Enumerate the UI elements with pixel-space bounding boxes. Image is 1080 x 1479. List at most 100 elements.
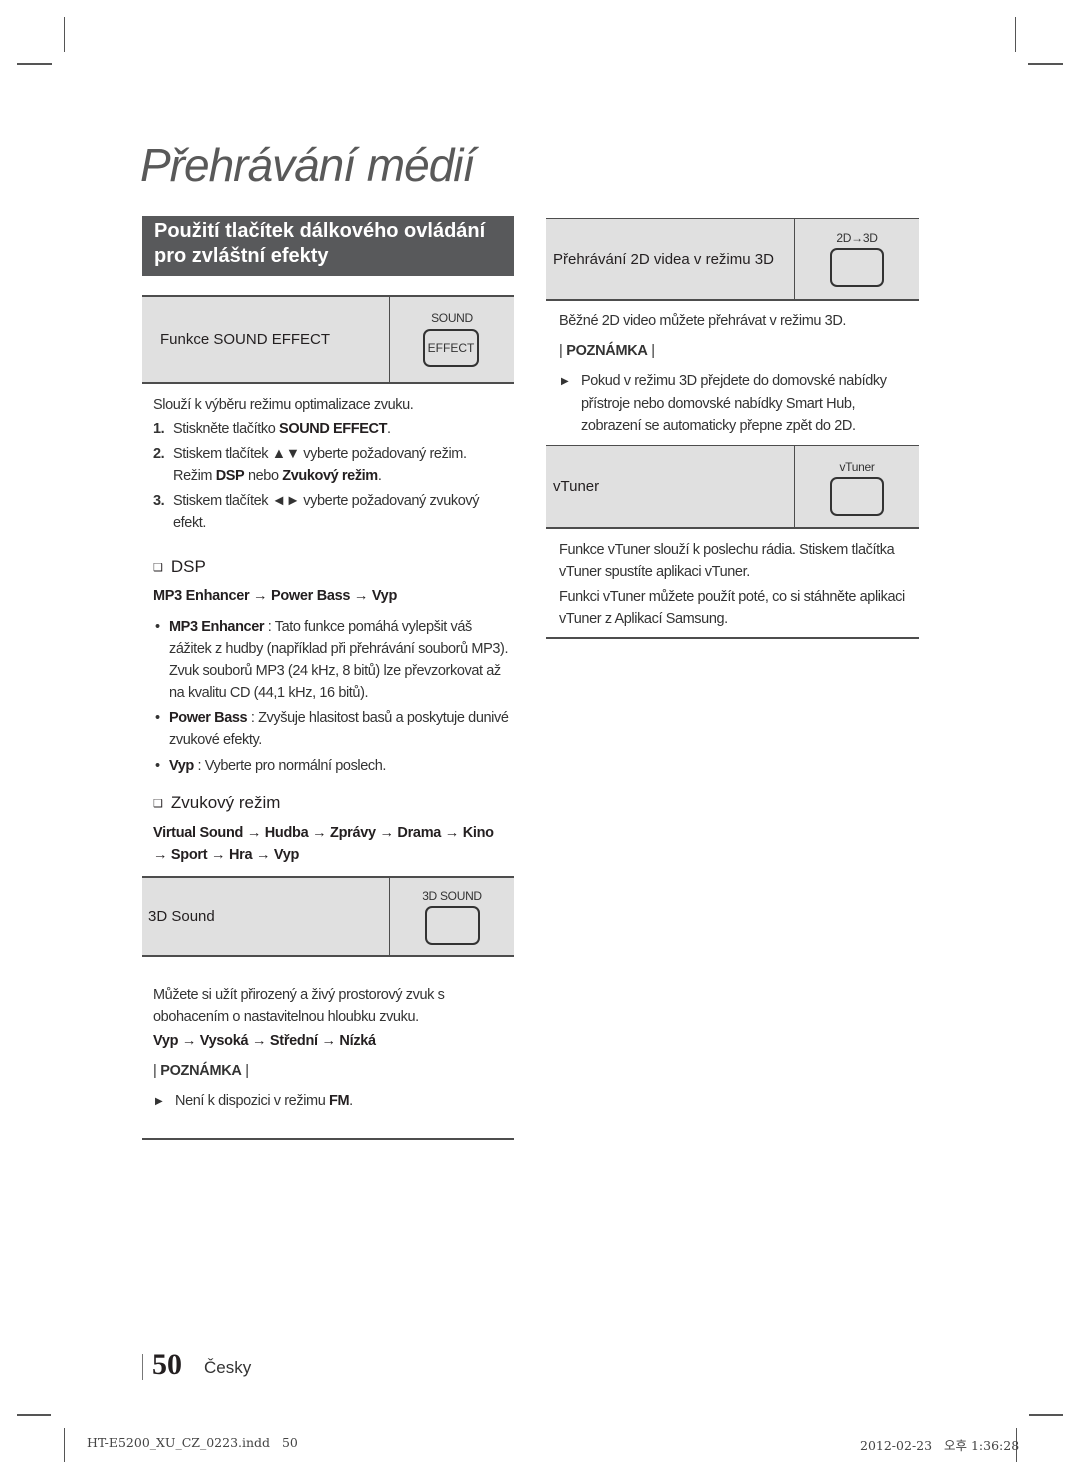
note-label-text: POZNÁMKA [566, 343, 648, 359]
sound-3d-button-cell: 3D SOUND [390, 878, 514, 955]
bullet-text: na kvalitu CD (44,1 kHz, 16 bitů). [169, 685, 369, 701]
triangle-bullet-icon: ▶ [561, 376, 569, 387]
sound-effect-button-text: EFFECT [427, 341, 475, 355]
video-2d3d-note-label: | POZNÁMKA | [559, 343, 655, 359]
sound-mode-heading: ❑ Zvukový režim [153, 793, 280, 813]
note-text: přístroje nebo domovské nabídky Smart Hu… [581, 396, 856, 412]
section-header-line-2: pro zvláštní efekty [154, 245, 329, 267]
vtuner-desc-2: Funkci vTuner můžete použít poté, co si … [559, 586, 905, 630]
crop-mark-top-left-v [64, 17, 65, 52]
sound-3d-label: 3D Sound [142, 878, 390, 955]
slug-date: 2012-02-23 오후 1:36:28 [860, 1438, 1020, 1453]
sound-effect-button-cell: SOUND EFFECT [390, 297, 514, 382]
sound-3d-caption: 3D SOUND [422, 889, 482, 903]
bullet-icon: • [155, 710, 160, 726]
step-number: 1. [153, 421, 165, 437]
dsp-heading: ❑ DSP [153, 557, 206, 577]
video-2d3d-caption: 2D→3D [836, 231, 878, 245]
step-3: 3. Stiskem tlačítek ◄► vyberte požadovaný… [153, 490, 479, 534]
note-bold: FM [329, 1093, 350, 1109]
vtuner-desc: Funkce vTuner slouží k poslechu rádia. S… [559, 539, 895, 583]
step-bold: DSP [215, 468, 245, 484]
step-text: Stiskněte tlačítko [173, 421, 280, 437]
section-header-line-1: Použití tlačítek dálkového ovládání [154, 220, 486, 242]
bullet-icon: • [155, 758, 160, 774]
slug-file: HT-E5200_XU_CZ_0223.indd 50 [87, 1435, 298, 1450]
dsp-bullet-mp3: • MP3 Enhancer : Tato funkce pomáhá vylep… [155, 616, 508, 704]
sound-effect-intro: Slouží k výběru režimu optimalizace zvuk… [153, 397, 414, 413]
bullet-term: Power Bass [169, 710, 248, 726]
sound-3d-desc: Můžete si užít přirozený a živý prostoro… [153, 984, 445, 1028]
step-text: . [387, 421, 391, 437]
step-text: efekt. [173, 515, 207, 531]
triangle-bullet-icon: ▶ [155, 1096, 163, 1107]
left-column-end-rule [142, 1138, 514, 1140]
sound-3d-note: ▶ Není k dispozici v režimu FM. [155, 1090, 353, 1113]
crop-mark-top-right-h [1028, 63, 1063, 65]
step-text: . [377, 468, 382, 484]
note-text: . [349, 1093, 353, 1109]
desc-line: Můžete si užít přirozený a živý prostoro… [153, 987, 445, 1003]
bullet-text: : Zvyšuje hlasitost basů a poskytuje dun… [247, 710, 509, 726]
desc-line: Funkce vTuner slouží k poslechu rádia. S… [559, 542, 895, 558]
sound-3d-button[interactable] [425, 906, 480, 945]
note-text: Není k dispozici v režimu [175, 1093, 329, 1109]
step-text: nebo [244, 468, 283, 484]
step-bold: Zvukový režim [282, 468, 378, 484]
bullet-text: zvukové efekty. [169, 732, 262, 748]
step-number: 2. [153, 446, 165, 462]
video-2d3d-label: Přehrávání 2D videa v režimu 3D [546, 219, 795, 299]
sound-3d-table: 3D Sound 3D SOUND [142, 876, 514, 957]
note-label-text: POZNÁMKA [160, 1063, 242, 1079]
desc-line: vTuner spustíte aplikaci vTuner. [559, 564, 750, 580]
bullet-icon: • [155, 619, 160, 635]
bullet-term: MP3 Enhancer [169, 619, 265, 635]
footer-divider [142, 1354, 143, 1380]
sound-effect-label: Funkce SOUND EFFECT [142, 297, 390, 382]
crop-mark-bottom-left-h [17, 1414, 51, 1416]
video-2d3d-desc: Běžné 2D video můžete přehrávat v režimu… [559, 313, 847, 329]
video-2d3d-table: Přehrávání 2D videa v režimu 3D 2D→3D [546, 218, 919, 301]
checkbox-square-icon: ❑ [153, 562, 163, 575]
video-2d3d-button[interactable] [830, 248, 884, 287]
note-text: Pokud v režimu 3D přejdete do domovské n… [581, 373, 887, 389]
vtuner-button[interactable] [830, 477, 884, 516]
step-text: Stiskem tlačítek ▲▼ vyberte požadovaný r… [173, 446, 467, 462]
sound-mode-sequence-2: → Sport → Hra → Vyp [153, 847, 300, 863]
step-text: Stiskem tlačítek ◄► vyberte požadovaný z… [173, 493, 480, 509]
desc-line: vTuner z Aplikací Samsung. [559, 611, 728, 627]
sound-effect-caption: SOUND [431, 311, 473, 325]
bullet-term: Vyp [169, 758, 194, 774]
sound-3d-sequence: Vyp → Vysoká → Střední → Nízká [153, 1033, 376, 1049]
bullet-text: : Tato funkce pomáhá vylepšit váš [264, 619, 473, 635]
sound-mode-heading-text: Zvukový režim [170, 793, 281, 812]
section-header: Použití tlačítek dálkového ovládání pro … [142, 216, 514, 276]
note-text: zobrazení se automaticky přepne zpět do … [581, 418, 856, 434]
checkbox-square-icon: ❑ [153, 798, 163, 811]
crop-mark-top-right-v [1015, 17, 1016, 52]
video-2d3d-button-cell: 2D→3D [795, 219, 919, 299]
step-bold: SOUND EFFECT [279, 421, 388, 437]
video-2d3d-note: ▶ Pokud v režimu 3D přejdete do domovské … [561, 370, 887, 437]
step-1: 1. Stiskněte tlačítko SOUND EFFECT. [153, 418, 391, 440]
desc-line: obohacením o nastavitelnou hloubku zvuku… [153, 1009, 419, 1025]
crop-mark-bottom-right-h [1029, 1414, 1063, 1416]
sound-mode-sequence-1: Virtual Sound → Hudba → Zprávy → Drama →… [153, 825, 494, 841]
page-title: Přehrávání médií [140, 139, 475, 191]
step-text: Režim [173, 468, 216, 484]
sound-3d-note-label: | POZNÁMKA | [153, 1063, 249, 1079]
page-language: Česky [204, 1358, 252, 1377]
dsp-sequence: MP3 Enhancer → Power Bass → Vyp [153, 588, 397, 604]
crop-mark-top-left-h [17, 63, 52, 65]
dsp-bullet-powerbass: • Power Bass : Zvyšuje hlasitost basů a p… [155, 707, 509, 751]
step-number: 3. [153, 493, 165, 509]
sound-effect-button[interactable]: EFFECT [423, 329, 479, 367]
desc-line: Funkci vTuner můžete použít poté, co si … [559, 589, 905, 605]
vtuner-button-cell: vTuner [795, 446, 919, 527]
bullet-text: zážitek z hudby (například při přehráván… [169, 641, 509, 657]
bullet-text: Zvuk souborů MP3 (24 kHz, 8 bitů) lze př… [169, 663, 501, 679]
dsp-heading-text: DSP [170, 557, 206, 576]
page-number: 50 [152, 1348, 182, 1381]
bullet-text: : Vyberte pro normální poslech. [193, 758, 387, 774]
step-2: 2. Stiskem tlačítek ▲▼ vyberte požadovaný… [153, 443, 467, 487]
